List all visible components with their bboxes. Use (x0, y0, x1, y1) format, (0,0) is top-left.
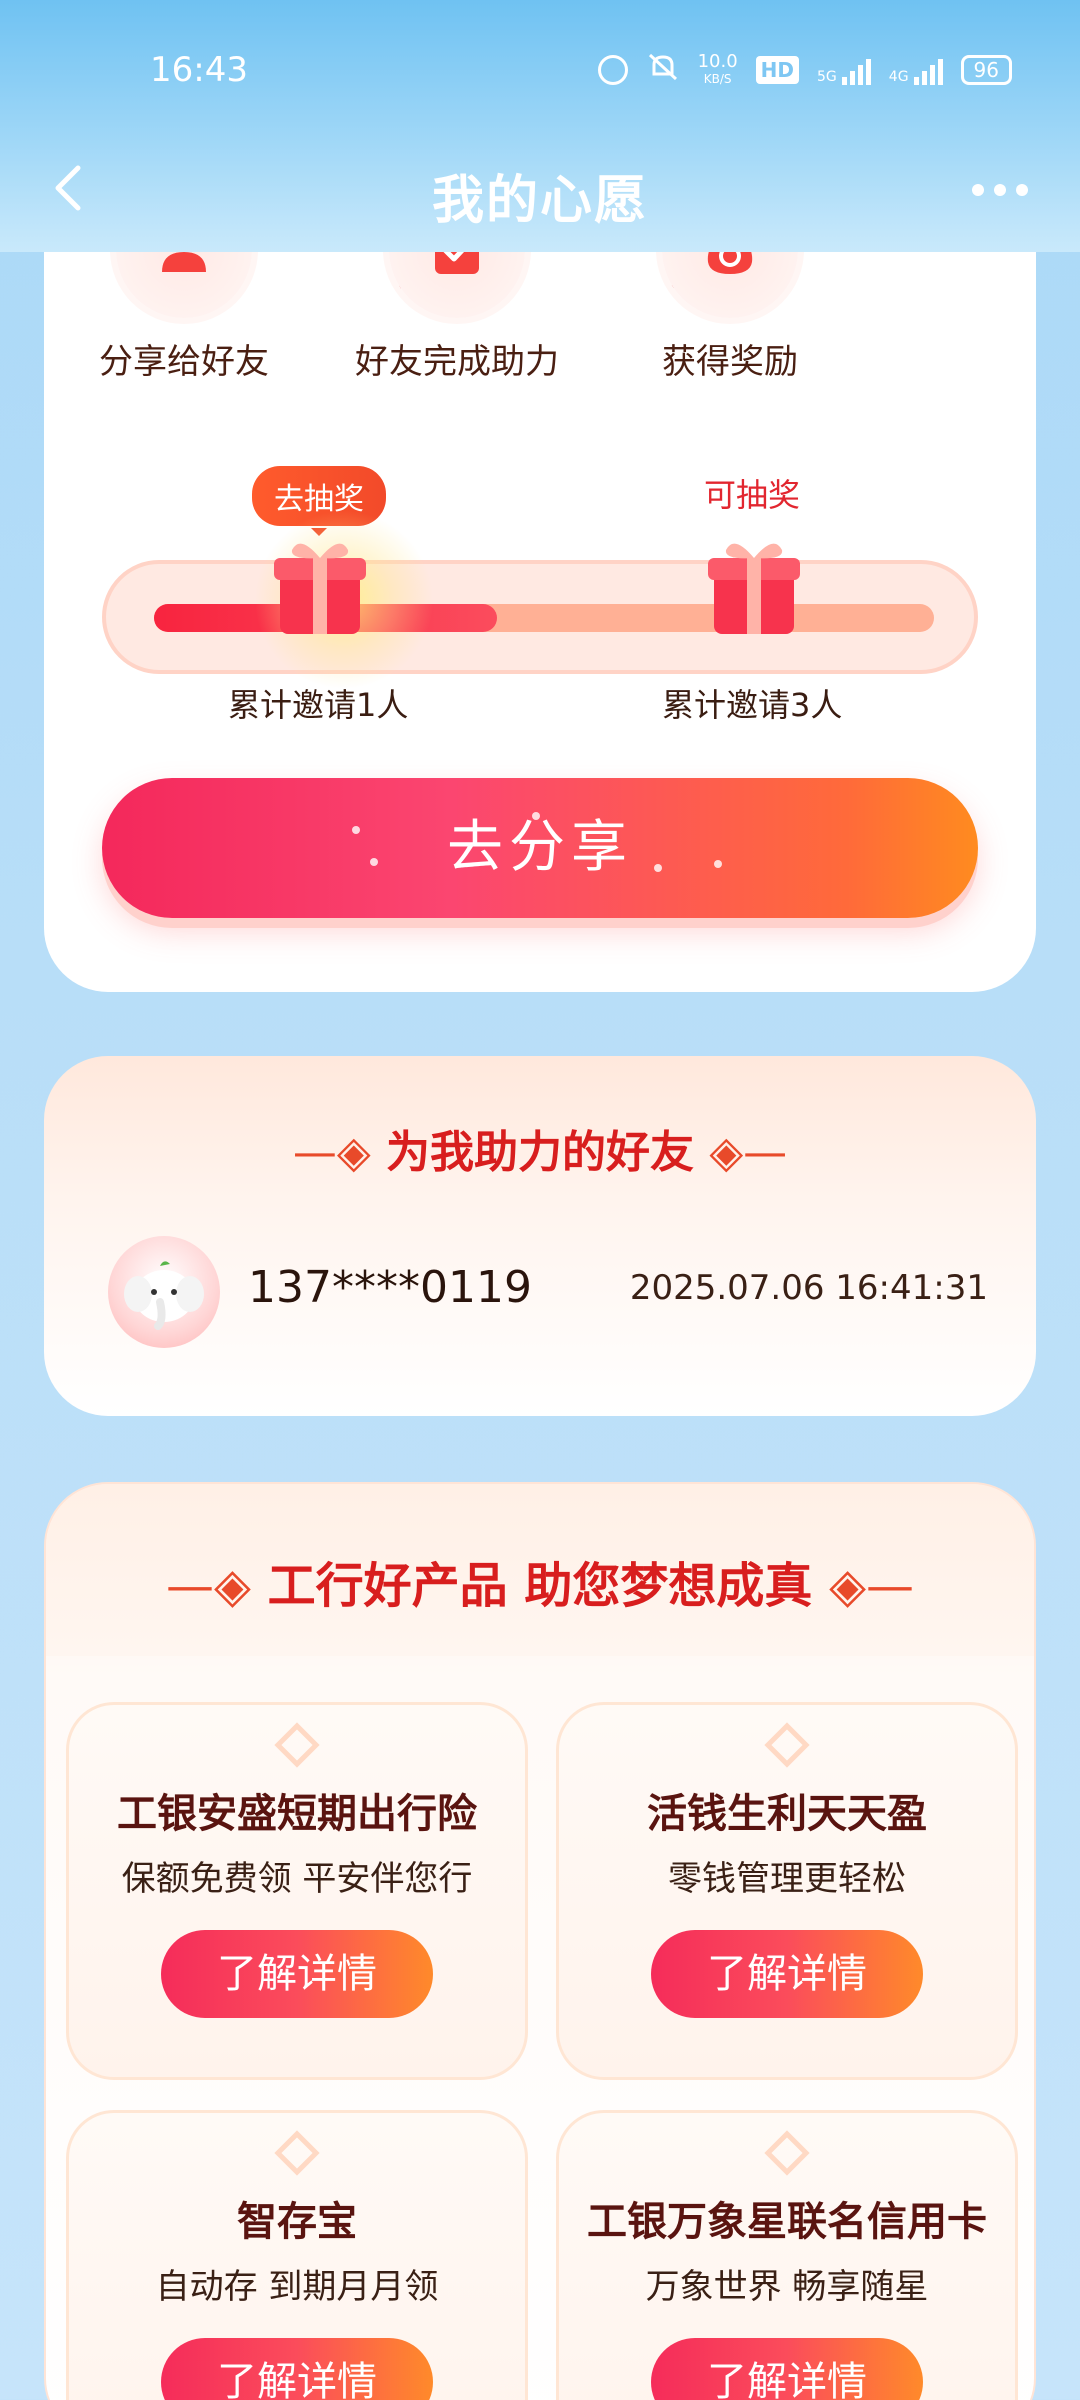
signal-4g-icon: 4G (889, 55, 943, 85)
status-time: 16:43 (150, 50, 248, 90)
product-title: 工银安盛短期出行险 (117, 1791, 477, 1837)
ornament-right-icon: ◈— (709, 1127, 788, 1178)
page-title: 我的心愿 (431, 171, 648, 231)
friends-section-title: —◈ 为我助力的好友 ◈— (44, 1116, 1036, 1180)
signal-4g-label: 4G (888, 69, 909, 85)
header: 16:43 10.0 KB/S HD 5G 4G 96 我的心愿 (0, 0, 1080, 252)
friends-card: —◈ 为我助力的好友 ◈— 137****0119 2025.07.06 16:… (44, 1056, 1036, 1416)
product-title: 智存宝 (237, 2199, 357, 2245)
friends-title-text: 为我助力的好友 (386, 1127, 694, 1178)
nav-bar: 我的心愿 (0, 140, 1080, 240)
alarm-icon (597, 55, 628, 85)
more-dot-icon (994, 184, 1006, 196)
net-speed: 10.0 KB/S (697, 50, 738, 87)
product-subtitle: 自动存 到期月月领 (155, 2267, 439, 2307)
milestone-1-label: 累计邀请1人 (228, 686, 409, 724)
ornament-right-icon: ◈— (829, 1558, 914, 1614)
status-icons: 10.0 KB/S HD 5G 4G 96 (597, 50, 1012, 88)
signal-5g-icon: 5G (817, 55, 871, 85)
product-title: 活钱生利天天盈 (647, 1791, 927, 1837)
learn-more-button[interactable]: 了解详情 (651, 1930, 923, 2018)
net-speed-unit: KB/S (703, 71, 732, 86)
step-label: 分享给好友 (99, 342, 269, 382)
friend-time: 2025.07.06 16:41:31 (629, 1268, 988, 1308)
product-card-zhicunbao[interactable]: 智存宝 自动存 到期月月领 了解详情 (66, 2110, 528, 2400)
share-button[interactable]: 去分享 (102, 778, 978, 918)
mute-icon (646, 52, 680, 88)
more-dot-icon (972, 184, 984, 196)
gift-box-2-icon[interactable] (704, 530, 804, 640)
step-label: 获得奖励 (662, 342, 798, 382)
products-section-title: —◈ 工行好产品 助您梦想成真 ◈— (46, 1546, 1034, 1616)
learn-more-button[interactable]: 了解详情 (161, 2338, 433, 2400)
share-button-label: 去分享 (447, 815, 633, 880)
product-subtitle: 万象世界 畅享随星 (645, 2267, 929, 2307)
diamond-icon (764, 1722, 810, 1768)
signal-5g-label: 5G (817, 69, 837, 85)
elephant-avatar-icon (124, 1261, 204, 1330)
draw-available-label: 可抽奖 (704, 476, 801, 514)
gift-box-1-icon[interactable] (270, 530, 370, 640)
product-card-travel-insurance[interactable]: 工银安盛短期出行险 保额免费领 平安伴您行 了解详情 (66, 1702, 528, 2080)
status-bar: 16:43 10.0 KB/S HD 5G 4G 96 (0, 40, 1080, 100)
products-title-text: 工行好产品 助您梦想成真 (267, 1558, 813, 1614)
diamond-icon (764, 2130, 810, 2176)
learn-more-button[interactable]: 了解详情 (651, 2338, 923, 2400)
ornament-left-icon: —◈ (292, 1127, 371, 1178)
hd-badge: HD (755, 56, 800, 84)
battery-icon: 96 (960, 55, 1012, 85)
friend-phone: 137****0119 (248, 1262, 532, 1313)
products-card: —◈ 工行好产品 助您梦想成真 ◈— 工银安盛短期出行险 保额免费领 平安伴您行… (44, 1482, 1036, 2400)
product-card-tiantianying[interactable]: 活钱生利天天盈 零钱管理更轻松 了解详情 (556, 1702, 1018, 2080)
more-dot-icon (1016, 184, 1028, 196)
diamond-icon (274, 1722, 320, 1768)
learn-more-button[interactable]: 了解详情 (161, 1930, 433, 2018)
avatar (108, 1236, 220, 1348)
more-button[interactable] (972, 170, 1042, 210)
friend-row: 137****0119 2025.07.06 16:41:31 (108, 1236, 988, 1348)
net-speed-value: 10.0 (697, 50, 738, 72)
product-subtitle: 零钱管理更轻松 (668, 1859, 906, 1899)
diamond-icon (274, 2130, 320, 2176)
invite-card: 分享给好友 › 好友完成助力 › 获得奖励 (44, 182, 1036, 992)
product-card-credit-card[interactable]: 工银万象星联名信用卡 万象世界 畅享随星 了解详情 (556, 2110, 1018, 2400)
ornament-left-icon: —◈ (166, 1558, 251, 1614)
milestone-2-label: 累计邀请3人 (662, 686, 843, 724)
product-title: 工银万象星联名信用卡 (587, 2199, 987, 2245)
step-label: 好友完成助力 (355, 342, 559, 382)
progress-track (102, 560, 978, 674)
product-subtitle: 保额免费领 平安伴您行 (121, 1859, 473, 1899)
